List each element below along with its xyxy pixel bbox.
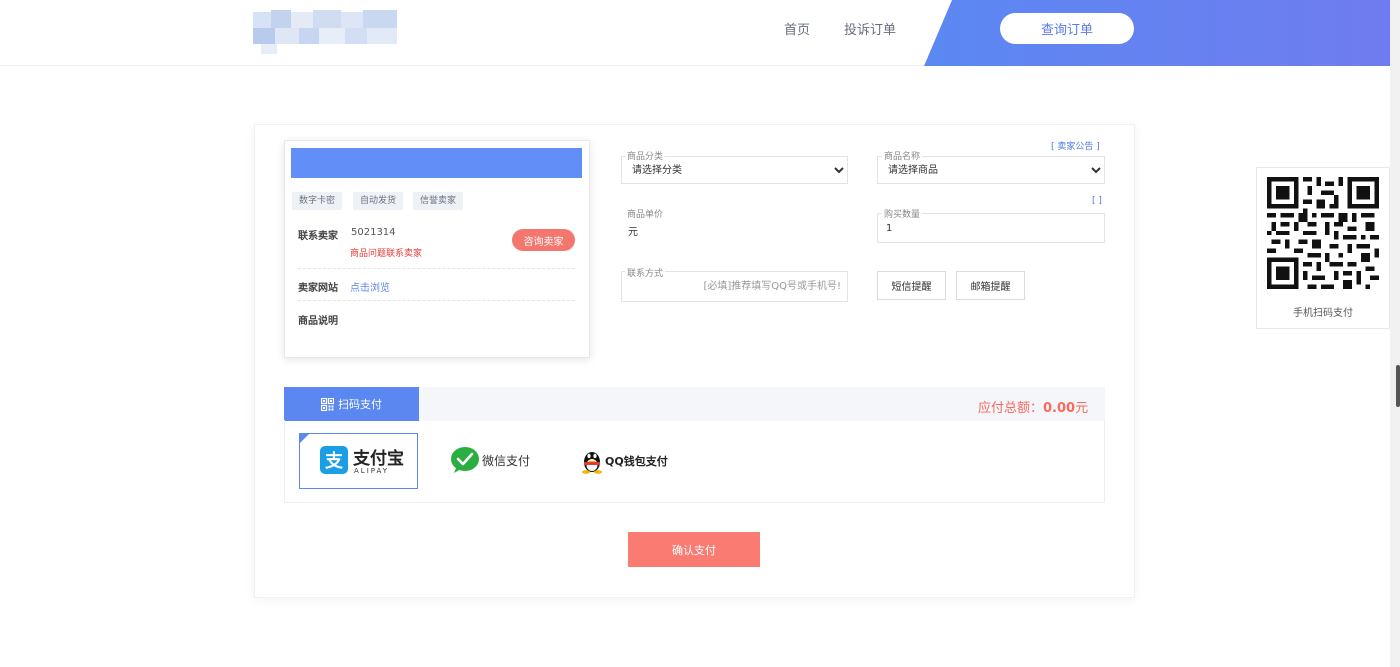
scrollbar-thumb[interactable] bbox=[1396, 365, 1400, 407]
alipay-option[interactable]: 支 支付宝 ALIPAY bbox=[299, 433, 418, 489]
alipay-icon: 支 bbox=[320, 446, 348, 474]
nav-complaint-order[interactable]: 投诉订单 bbox=[844, 19, 896, 38]
seller-site-label: 卖家网站 bbox=[298, 283, 338, 294]
confirm-payment-button[interactable]: 确认支付 bbox=[628, 532, 760, 567]
divider bbox=[298, 300, 575, 301]
qr-caption: 手机扫码支付 bbox=[1293, 308, 1353, 319]
site-logo[interactable] bbox=[253, 10, 397, 54]
product-desc-label: 商品说明 bbox=[298, 316, 338, 327]
svg-text:支: 支 bbox=[324, 450, 344, 472]
tag-trusted-seller: 信誉卖家 bbox=[413, 192, 464, 210]
product-label: 商品名称 bbox=[882, 149, 923, 162]
total-amount: 应付总额：0.00元 bbox=[978, 397, 1088, 416]
unit-price-label: 商品单价 bbox=[625, 207, 666, 220]
seller-warning-text: 商品问题联系卖家 bbox=[350, 249, 423, 259]
divider bbox=[298, 268, 575, 269]
selected-corner-icon bbox=[300, 434, 309, 443]
header-accent-band bbox=[924, 0, 1390, 66]
qty-bracket-link[interactable]: [ ] bbox=[1092, 196, 1102, 206]
page-scrollbar[interactable] bbox=[1390, 0, 1400, 667]
seller-notice-link[interactable]: [ 卖家公告 ] bbox=[1051, 139, 1100, 152]
top-header: 首页 投诉订单 查询订单 bbox=[0, 0, 1390, 66]
tab-scan-pay[interactable]: 扫码支付 bbox=[284, 387, 419, 421]
seller-site-link[interactable]: 点击浏览 bbox=[350, 279, 390, 294]
consult-seller-button[interactable]: 咨询卖家 bbox=[512, 229, 575, 251]
wechat-pay-option[interactable]: 微信支付 bbox=[450, 446, 530, 474]
seller-banner bbox=[291, 148, 582, 178]
total-value: 0.00 bbox=[1043, 401, 1076, 416]
tag-auto-delivery: 自动发货 bbox=[353, 192, 404, 210]
alipay-sub-label: ALIPAY bbox=[354, 467, 390, 475]
tab-scan-pay-label: 扫码支付 bbox=[338, 398, 382, 411]
alipay-label: 支付宝 bbox=[353, 449, 404, 469]
nav-home[interactable]: 首页 bbox=[784, 19, 810, 38]
total-unit: 元 bbox=[1075, 401, 1089, 416]
payment-qrcode-icon bbox=[1267, 177, 1379, 289]
wechat-icon bbox=[451, 447, 479, 473]
sms-reminder-button[interactable]: 短信提醒 bbox=[877, 271, 946, 300]
wechat-pay-label: 微信支付 bbox=[482, 453, 531, 468]
total-label: 应付总额： bbox=[978, 401, 1044, 416]
contact-seller-value: 5021314 bbox=[351, 227, 396, 238]
tag-digital-card: 数字卡密 bbox=[292, 192, 343, 210]
qq-wallet-option[interactable]: QQ钱包支付 bbox=[581, 447, 668, 475]
query-order-button[interactable]: 查询订单 bbox=[1000, 13, 1134, 44]
unit-price-value: 元 bbox=[628, 227, 638, 238]
category-label: 商品分类 bbox=[625, 149, 666, 162]
email-reminder-button[interactable]: 邮箱提醒 bbox=[956, 271, 1025, 300]
qrcode-icon bbox=[321, 397, 334, 411]
quantity-label: 购买数量 bbox=[882, 207, 923, 220]
qq-penguin-icon bbox=[582, 452, 602, 474]
qq-wallet-label: QQ钱包支付 bbox=[605, 455, 668, 468]
contact-label: 联系方式 bbox=[625, 266, 666, 279]
contact-seller-label: 联系卖家 bbox=[298, 231, 338, 242]
